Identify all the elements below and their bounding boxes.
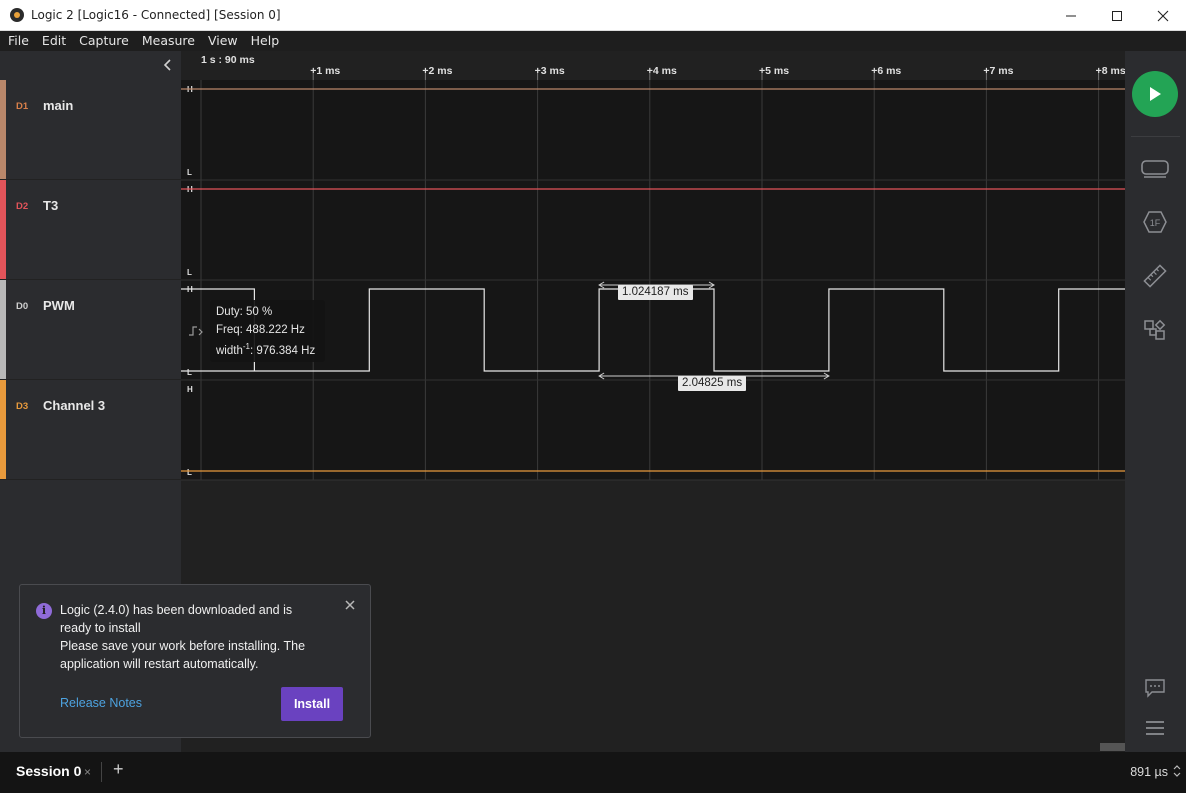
maximize-button[interactable] [1094,0,1140,31]
tick-label: +1 ms [310,65,340,77]
pwm-freq: Freq: 488.222 Hz [216,324,305,336]
right-sidebar: 1F [1125,51,1186,752]
low-level-label: L [187,168,192,177]
notification-close-button[interactable] [342,597,358,613]
channel-row-d1[interactable]: D1 main [0,80,181,180]
release-notes-link[interactable]: Release Notes [60,696,142,710]
extensions-icon [1144,319,1166,340]
pwm-width-freq: width-1: 976.384 Hz [216,342,316,357]
main-menu-button[interactable] [1141,714,1169,742]
start-capture-button[interactable] [1132,71,1178,117]
channel-color-stripe [0,80,6,179]
collapse-panel-button[interactable] [160,57,176,73]
close-icon [345,600,355,610]
channel-id: D0 [16,301,29,312]
feedback-chat-icon [1145,679,1165,698]
tick-label: +4 ms [647,65,677,77]
channel-row-d3[interactable]: D3 Channel 3 [0,380,181,480]
tick-label: +6 ms [871,65,901,77]
high-level-label: H [187,385,193,394]
zoom-caret-icon[interactable] [1172,764,1182,778]
channel-name[interactable]: PWM [43,298,75,313]
minimize-button[interactable] [1048,0,1094,31]
edge-trigger-icon[interactable] [188,325,204,337]
channel-id: D3 [16,401,29,412]
channel-id: D1 [16,101,29,112]
analyzer-icon: 1F [1143,211,1167,233]
zoom-readout[interactable]: 891 µs [1130,765,1168,779]
install-button[interactable]: Install [281,687,343,721]
notification-line: Please save your work before installing.… [60,639,306,653]
menu-measure[interactable]: Measure [135,31,201,51]
low-level-label: L [187,368,192,377]
hamburger-menu-icon [1146,721,1164,735]
app-window: Logic 2 [Logic16 - Connected] [Session 0… [0,0,1186,793]
play-icon [1150,87,1161,101]
channel-color-stripe [0,180,6,279]
info-icon: i [36,603,52,619]
extensions-button[interactable] [1141,316,1169,344]
period-measurement[interactable]: 2.04825 ms [678,376,747,391]
channel-name[interactable]: Channel 3 [43,398,105,413]
tick-label: +3 ms [535,65,565,77]
pulse-width-measurement[interactable]: 1.024187 ms [618,285,693,300]
menu-view[interactable]: View [201,31,244,51]
session-close-button[interactable]: × [84,765,91,779]
device-icon [1141,160,1169,178]
notification-line: application will restart automatically. [60,657,259,671]
measurements-button[interactable] [1141,262,1169,290]
maximize-icon [1112,10,1122,21]
low-level-label: L [187,468,192,477]
update-notification: i Logic (2.4.0) has been downloaded and … [19,584,371,738]
device-settings-button[interactable] [1141,154,1169,182]
horizontal-scrollbar[interactable] [1100,743,1125,751]
session-bar: Session 0 × + 891 µs [0,752,1186,793]
chevron-left-icon [163,59,171,71]
window-title: Logic 2 [Logic16 - Connected] [Session 0… [31,8,281,22]
pwm-duty: Duty: 50 % [216,306,273,318]
app-icon [10,8,24,22]
measure-ruler-icon [1143,264,1167,288]
notification-line: Logic (2.4.0) has been downloaded and is [60,603,293,617]
menu-file[interactable]: File [0,31,35,51]
notification-line: ready to install [60,621,141,635]
tick-label: +7 ms [983,65,1013,77]
channel-name[interactable]: T3 [43,198,58,213]
channel-name[interactable]: main [43,98,73,113]
feedback-button[interactable] [1141,674,1169,702]
tick-label: +5 ms [759,65,789,77]
timeline-origin-label: 1 s : 90 ms [201,54,255,66]
close-button[interactable] [1140,0,1186,31]
tick-label: +8 ms [1096,65,1125,77]
add-session-button[interactable]: + [113,759,124,780]
channel-row-d0[interactable]: D0 PWM [0,280,181,380]
analyzers-button[interactable]: 1F [1141,208,1169,236]
menu-help[interactable]: Help [244,31,286,51]
session-tab[interactable]: Session 0 [16,763,81,779]
menu-capture[interactable]: Capture [72,31,135,51]
close-icon [1157,10,1169,21]
minimize-icon [1066,15,1076,16]
notification-message: Logic (2.4.0) has been downloaded and is… [60,601,322,673]
channel-row-d2[interactable]: D2 T3 [0,180,181,280]
menu-bar: File Edit Capture Measure View Help [0,31,1186,51]
low-level-label: L [187,268,192,277]
session-divider [101,762,102,782]
pwm-measurement-tooltip: Duty: 50 % Freq: 488.222 Hz width-1: 976… [210,300,325,362]
title-bar: Logic 2 [Logic16 - Connected] [Session 0… [0,0,1186,31]
channel-color-stripe [0,380,6,479]
channel-color-stripe [0,280,6,379]
tick-label: +2 ms [422,65,452,77]
menu-edit[interactable]: Edit [35,31,72,51]
sidebar-divider [1131,136,1180,137]
svg-text:1F: 1F [1150,218,1161,228]
channel-id: D2 [16,201,29,212]
